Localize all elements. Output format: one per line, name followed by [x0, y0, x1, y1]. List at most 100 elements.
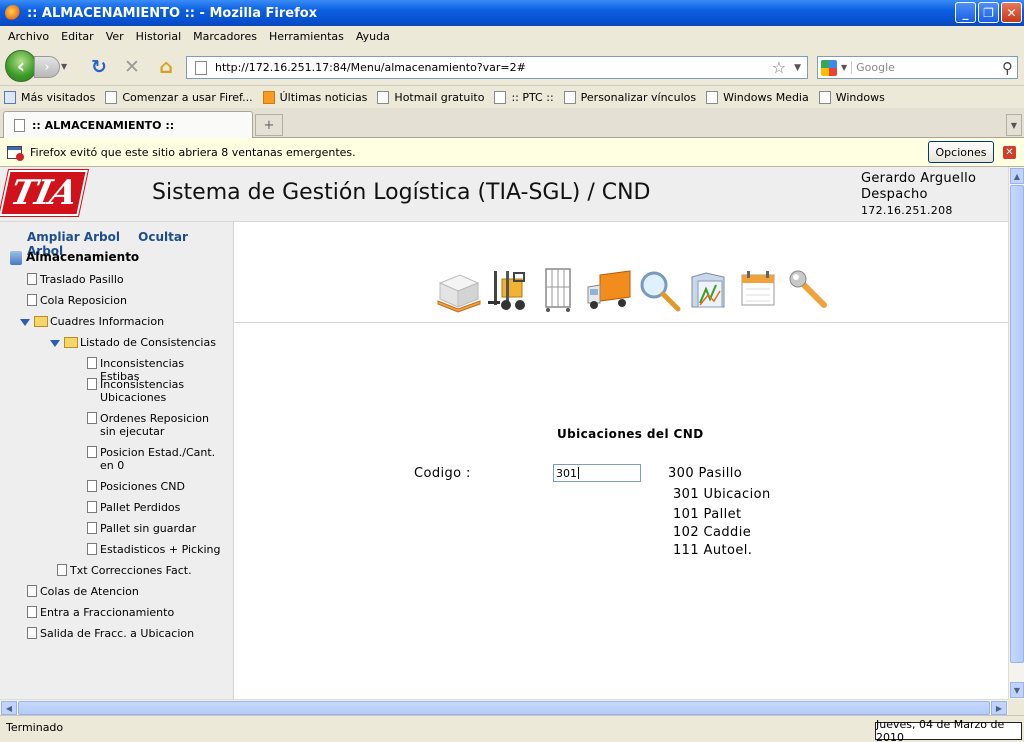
horizontal-scrollbar[interactable]: ◀ ▶	[0, 699, 1008, 715]
maximize-button[interactable]: ❐	[978, 2, 999, 23]
bookmark-label: Windows Media	[723, 90, 809, 104]
bookmark-mas-visitados[interactable]: Más visitados	[4, 90, 95, 104]
tree-item-cola-reposicion[interactable]: Cola Reposicion	[27, 294, 127, 307]
menu-ver[interactable]: Ver	[100, 30, 130, 43]
url-text[interactable]: http://172.16.251.17:84/Menu/almacenamie…	[215, 61, 772, 74]
tree-label: Posicion Estad./Cant. en 0	[100, 446, 216, 472]
pallet-box-icon[interactable]	[436, 267, 482, 313]
tree-item-pallet-sin-guardar[interactable]: Pallet sin guardar	[87, 522, 196, 535]
menu-marcadores[interactable]: Marcadores	[187, 30, 263, 43]
tree-item-salida-fraccionamiento[interactable]: Salida de Fracc. a Ubicacion	[27, 627, 194, 640]
vertical-scrollbar[interactable]: ▲ ▼	[1008, 167, 1024, 699]
tree-item-ordenes-reposicion[interactable]: Ordenes Reposicion sin ejecutar	[87, 412, 225, 438]
search-engine-dropdown-icon[interactable]: ▼	[841, 63, 847, 72]
menu-ayuda[interactable]: Ayuda	[350, 30, 396, 43]
expand-arrow-icon[interactable]	[50, 340, 60, 347]
document-icon	[87, 501, 97, 513]
reload-icon[interactable]: ↻	[88, 56, 110, 78]
text-caret	[578, 467, 579, 479]
home-icon[interactable]: ⌂	[155, 56, 177, 78]
tree-item-posicion-estad[interactable]: Posicion Estad./Cant. en 0	[87, 446, 225, 472]
horizontal-scroll-thumb[interactable]	[18, 701, 990, 715]
cage-cart-icon[interactable]	[536, 267, 582, 313]
tree-item-entra-fraccionamiento[interactable]: Entra a Fraccionamiento	[27, 606, 174, 619]
menu-editar[interactable]: Editar	[55, 30, 100, 43]
search-input[interactable]: Google	[851, 61, 1002, 74]
tree-item-posiciones-cnd[interactable]: Posiciones CND	[87, 480, 185, 493]
document-icon	[87, 378, 97, 390]
tree-item-inconsistencias-ubicaciones[interactable]: Inconsistencias Ubicaciones	[87, 378, 202, 404]
tree-folder-listado-consistencias[interactable]: Listado de Consistencias	[50, 336, 216, 349]
bookmark-windows-media[interactable]: Windows Media	[706, 90, 809, 104]
report-folder-icon[interactable]	[686, 267, 732, 313]
scroll-up-icon[interactable]: ▲	[1010, 168, 1024, 184]
bookmark-comenzar[interactable]: Comenzar a usar Firef...	[105, 90, 253, 104]
magnifier-icon[interactable]	[636, 267, 682, 313]
menu-herramientas[interactable]: Herramientas	[263, 30, 350, 43]
close-window-button[interactable]: ✕	[1001, 2, 1022, 23]
scroll-left-icon[interactable]: ◀	[1, 701, 17, 715]
scroll-down-icon[interactable]: ▼	[1010, 682, 1024, 698]
tree-item-traslado-pasillo[interactable]: Traslado Pasillo	[27, 273, 124, 286]
tree-label: Txt Correcciones Fact.	[70, 564, 192, 577]
vertical-scroll-thumb[interactable]	[1010, 185, 1024, 663]
tree-root-almacenamiento[interactable]: Almacenamiento	[10, 251, 139, 265]
back-button[interactable]: ‹	[5, 50, 37, 82]
document-icon	[87, 522, 97, 534]
search-bar[interactable]: ▼ Google ⚲	[817, 56, 1018, 79]
user-name: Gerardo Arguello	[861, 171, 977, 186]
expand-tree-link[interactable]: Ampliar Arbol	[27, 230, 120, 244]
tab-list-dropdown-icon[interactable]: ▼	[1006, 114, 1022, 136]
expand-arrow-icon[interactable]	[20, 319, 30, 326]
logo-text: TIA	[6, 173, 81, 213]
calendar-icon[interactable]	[736, 267, 782, 313]
tree-item-txt-correcciones[interactable]: Txt Correcciones Fact.	[57, 564, 192, 577]
document-icon	[27, 294, 37, 306]
bookmark-windows[interactable]: Windows	[818, 90, 885, 104]
section-title: Ubicaciones del CND	[557, 427, 704, 441]
scrollbar-corner	[1008, 699, 1024, 715]
page-icon	[494, 90, 507, 104]
menu-historial[interactable]: Historial	[130, 30, 187, 43]
stop-icon[interactable]: ✕	[121, 56, 143, 78]
rss-icon	[262, 90, 275, 104]
close-notification-icon[interactable]: ✕	[1003, 146, 1016, 159]
search-icon[interactable]: ⚲	[1002, 59, 1013, 77]
bookmark-star-icon[interactable]: ☆	[772, 58, 786, 77]
wrench-icon[interactable]	[786, 267, 832, 313]
legend-item: 111 Autoel.	[673, 543, 753, 558]
user-ip: 172.16.251.208	[861, 204, 953, 217]
legend-item: 101 Pallet	[673, 507, 742, 522]
google-icon[interactable]	[821, 59, 837, 76]
bookmark-ultimas-noticias[interactable]: Últimas noticias	[262, 90, 367, 104]
tree-folder-cuadres-informacion[interactable]: Cuadres Informacion	[20, 315, 164, 328]
tree-item-estadisticos-picking[interactable]: Estadisticos + Picking	[87, 543, 220, 556]
scroll-right-icon[interactable]: ▶	[991, 701, 1007, 715]
page-icon	[563, 90, 576, 104]
forklift-icon[interactable]	[486, 267, 532, 313]
minimize-button[interactable]: _	[955, 2, 976, 23]
new-tab-button[interactable]: +	[255, 114, 283, 136]
options-button[interactable]: Opciones	[928, 141, 994, 163]
codigo-input[interactable]: 301	[553, 464, 641, 482]
bookmark-ptc[interactable]: :: PTC ::	[494, 90, 554, 104]
truck-icon[interactable]	[586, 267, 632, 313]
forward-button[interactable]: ›	[34, 56, 60, 78]
document-icon	[27, 273, 37, 285]
menu-archivo[interactable]: Archivo	[2, 30, 55, 43]
bookmark-label: Windows	[835, 90, 885, 104]
url-dropdown-icon[interactable]: ▼	[794, 63, 801, 73]
menu-bar: Archivo Editar Ver Historial Marcadores …	[0, 26, 1024, 46]
tree-item-colas-atencion[interactable]: Colas de Atencion	[27, 585, 139, 598]
tree-item-pallet-perdidos[interactable]: Pallet Perdidos	[87, 501, 180, 514]
tab-almacenamiento[interactable]: :: ALMACENAMIENTO ::	[3, 111, 253, 138]
system-title: Sistema de Gestión Logística (TIA-SGL) /…	[152, 180, 651, 205]
bookmark-hotmail[interactable]: Hotmail gratuito	[377, 90, 484, 104]
folder-open-icon	[64, 337, 78, 348]
history-dropdown-icon[interactable]: ▼	[61, 62, 67, 71]
tree-label: Posiciones CND	[100, 480, 185, 493]
tree-label: Cola Reposicion	[40, 294, 127, 307]
address-bar[interactable]: http://172.16.251.17:84/Menu/almacenamie…	[186, 56, 808, 79]
document-icon	[27, 606, 37, 618]
bookmark-personalizar[interactable]: Personalizar vínculos	[563, 90, 696, 104]
